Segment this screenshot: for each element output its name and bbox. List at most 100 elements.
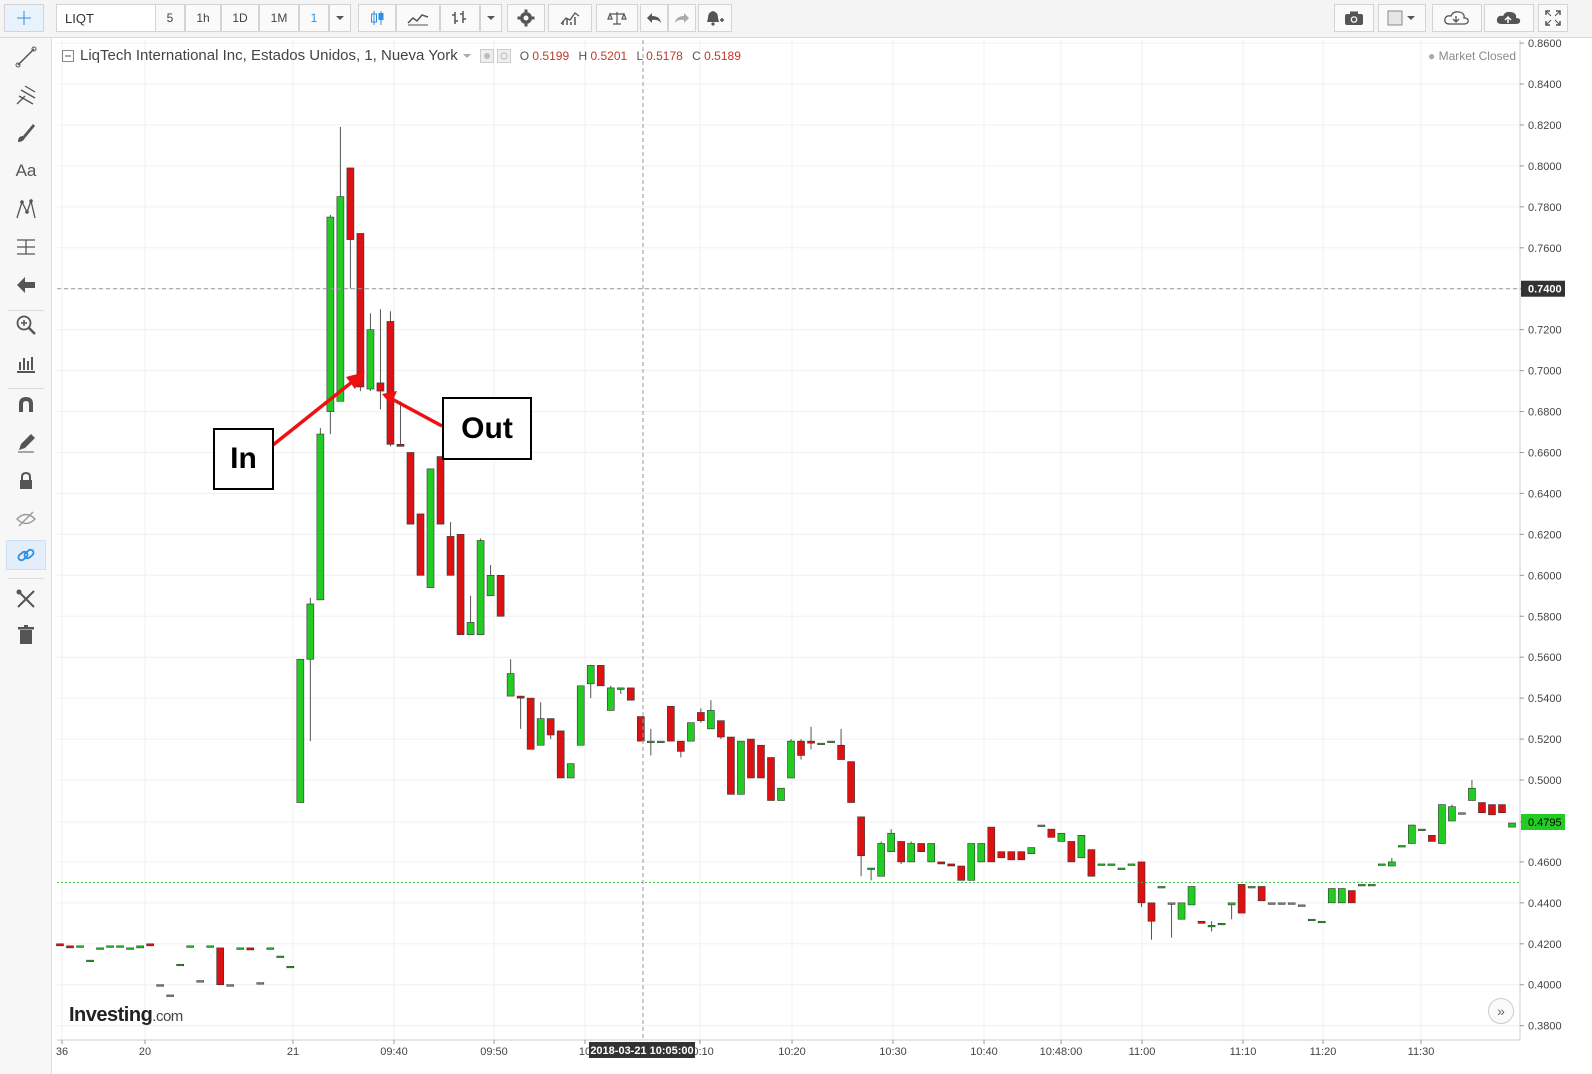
candle (1287, 902, 1296, 905)
text-tool[interactable]: Aa (6, 156, 46, 186)
lock-icon (20, 471, 32, 489)
magnet-tool[interactable] (6, 390, 46, 420)
layout-button[interactable] (1378, 4, 1426, 32)
candle-body (707, 710, 715, 730)
time-axis-label: 10:40 (970, 1046, 998, 1058)
candle-body (1297, 904, 1306, 907)
studies-button[interactable] (548, 4, 592, 32)
interval-1m-button[interactable]: 1M (259, 4, 299, 32)
arrow-tool[interactable] (6, 270, 46, 300)
price-chart[interactable]: 0.8600 0.8400 0.8200 0.8000 0.7800 0.7600 0.74… (0, 0, 1592, 1074)
pitchfork-tool[interactable] (6, 80, 46, 110)
candle (1247, 886, 1256, 889)
candle-body (126, 947, 134, 950)
interval-dropdown-button[interactable] (329, 4, 351, 32)
add-alert-button[interactable] (698, 4, 732, 32)
candle (386, 311, 395, 447)
candle-body (136, 945, 144, 949)
hide-drawings-tool[interactable] (6, 504, 46, 534)
remove-tools-button[interactable] (6, 584, 46, 614)
symbol-input[interactable]: LIQT (56, 4, 156, 32)
stay-in-drawing-mode-tool[interactable] (6, 428, 46, 458)
candlestick-icon (371, 11, 384, 25)
interval-1-button[interactable]: 1 (299, 4, 329, 32)
candle (777, 787, 785, 801)
candle-body (336, 196, 345, 402)
brush-icon (18, 124, 35, 142)
candle (86, 959, 94, 962)
candle (1357, 884, 1366, 887)
interval-1h-button[interactable]: 1h (185, 4, 221, 32)
snapshot-button[interactable] (1334, 4, 1374, 32)
candle (1217, 923, 1226, 926)
trend-line-icon (15, 46, 37, 68)
brush-tool[interactable] (6, 118, 46, 148)
collapse-legend-icon[interactable] (62, 49, 74, 62)
candle-body (1438, 804, 1446, 844)
undo-button[interactable] (640, 4, 668, 32)
last-price-badge (1521, 813, 1565, 830)
candle (1127, 863, 1136, 866)
candle (977, 843, 986, 863)
legend-settings-icon[interactable] (479, 48, 512, 63)
trend-line-tool[interactable] (6, 42, 46, 72)
out-annotation: Out (442, 397, 532, 460)
candle (346, 167, 355, 289)
candle (616, 687, 625, 695)
pattern-tool[interactable] (6, 194, 46, 224)
indicators-button[interactable] (440, 4, 480, 32)
fullscreen-button[interactable] (1538, 4, 1568, 32)
compare-button[interactable] (396, 4, 440, 32)
time-axis-label: 10:30 (879, 1046, 907, 1058)
crosshair-tool-button[interactable] (4, 4, 44, 32)
candle-body (1418, 828, 1426, 831)
load-chart-button[interactable] (1432, 4, 1482, 32)
candle (136, 945, 144, 949)
candles-style-button[interactable] (358, 4, 396, 32)
layout-square-icon (1387, 10, 1415, 26)
candle (1037, 824, 1046, 827)
candle (897, 841, 905, 864)
sync-drawings-tool[interactable] (6, 540, 46, 570)
candle-body (787, 740, 795, 779)
candle (1488, 804, 1496, 816)
chevron-down-icon[interactable] (462, 52, 472, 60)
candle (516, 695, 525, 729)
candle (146, 943, 154, 947)
candle-body (486, 575, 495, 597)
candle (126, 947, 134, 950)
save-chart-button[interactable] (1484, 4, 1534, 32)
candle-body (536, 718, 545, 746)
interval-1d-button[interactable]: 1D (221, 4, 259, 32)
candle-body (206, 945, 215, 948)
measure-tool[interactable] (6, 232, 46, 262)
zoom-in-tool[interactable] (6, 310, 46, 340)
redo-button[interactable] (668, 4, 696, 32)
settings-button[interactable] (507, 4, 545, 32)
candle-body (1378, 863, 1386, 866)
candle (757, 744, 765, 779)
lock-tool[interactable] (6, 466, 46, 496)
candle-body (286, 966, 295, 969)
candle-body (76, 945, 84, 948)
candle (1017, 851, 1026, 861)
last-price-label: 0.4795 (1528, 817, 1562, 829)
scroll-to-realtime-button[interactable]: » (1488, 998, 1514, 1024)
candle (416, 513, 425, 576)
candle (296, 658, 305, 803)
chart-type-dropdown-button[interactable] (480, 4, 502, 32)
bars-pattern-tool[interactable] (6, 348, 46, 378)
candle (506, 659, 515, 697)
price-axis-label: 0.5400 (1528, 693, 1562, 705)
candle-body (1287, 902, 1296, 905)
candle (847, 761, 855, 803)
interval-5-button[interactable]: 5 (155, 4, 185, 32)
price-axis-label: 0.4600 (1528, 857, 1562, 869)
candle-body (887, 832, 895, 852)
delete-drawings-button[interactable] (6, 620, 46, 650)
compare-scale-button[interactable] (596, 4, 638, 32)
time-axis-label: 11:30 (1408, 1046, 1435, 1058)
candle (1448, 804, 1456, 822)
candle-body (857, 816, 865, 857)
candle (406, 452, 415, 525)
